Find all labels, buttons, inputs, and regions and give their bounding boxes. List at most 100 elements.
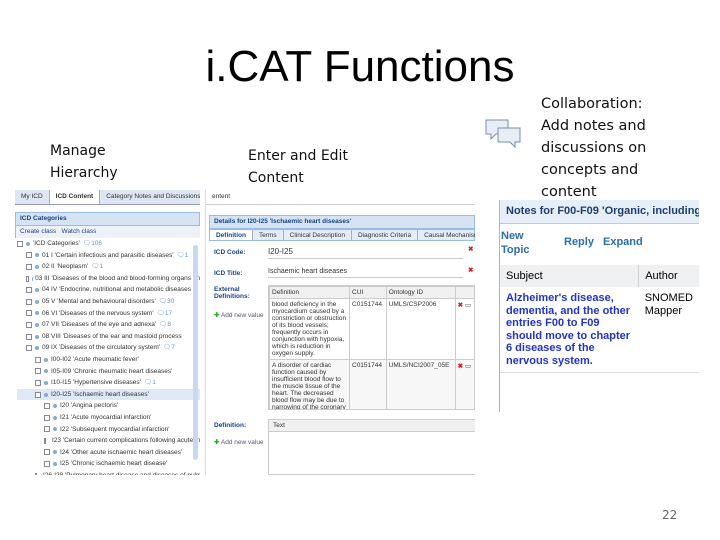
label-manage-hierarchy: Manage Hierarchy bbox=[50, 143, 118, 181]
delete-icon[interactable]: ✖ bbox=[458, 363, 463, 370]
expand-icon[interactable] bbox=[26, 287, 32, 294]
new-topic-link[interactable]: New Topic bbox=[501, 229, 531, 257]
collapse-icon[interactable] bbox=[17, 240, 23, 247]
tree-node[interactable]: I20-I25 'Ischaemic heart diseases' bbox=[17, 388, 200, 401]
collapse-icon[interactable] bbox=[35, 391, 41, 398]
ontology-id-cell: UMLS/CSP2006 bbox=[385, 298, 456, 360]
icd-title-field[interactable]: Ischaemic heart diseases bbox=[268, 266, 463, 278]
definition-cell: A disorder of cardiac function caused by… bbox=[269, 359, 350, 409]
reply-link[interactable]: Reply bbox=[564, 236, 594, 248]
notes-count-icon[interactable]: 🗨7 bbox=[163, 342, 175, 354]
expand-icon[interactable] bbox=[44, 414, 50, 421]
tree-node[interactable]: 03 III 'Diseases of the blood and blood-… bbox=[17, 273, 200, 285]
tree-node[interactable]: I25 'Chronic ischaemic heart disease' bbox=[17, 458, 200, 470]
delete-icon[interactable]: ✖ bbox=[458, 302, 463, 309]
tree-node-label: 08 VIII 'Diseases of the ear and mastoid… bbox=[42, 332, 182, 340]
collapse-icon[interactable] bbox=[26, 345, 32, 352]
class-icon bbox=[35, 253, 39, 258]
expand-icon[interactable] bbox=[26, 333, 32, 340]
expand-icon[interactable] bbox=[35, 368, 41, 375]
tree-node[interactable]: 04 IV 'Endocrine, nutritional and metabo… bbox=[17, 284, 200, 296]
category-tree: 'ICD Categories' 🗨106 01 I 'Certain infec… bbox=[15, 238, 200, 475]
tree-scrollbar[interactable] bbox=[193, 245, 198, 460]
class-icon bbox=[53, 404, 57, 409]
label-enter-edit-content: Enter and Edit Content bbox=[248, 148, 348, 186]
tree-node[interactable]: I10-I15 'Hypertensive diseases' 🗨1 bbox=[17, 377, 200, 389]
expand-icon[interactable] bbox=[44, 426, 50, 433]
icd-code-field[interactable]: I20-I25 bbox=[268, 245, 463, 259]
add-new-value-link[interactable]: ✚ Add new value bbox=[214, 438, 264, 446]
tree-node[interactable]: 07 VII 'Diseases of the eye and adnexa' … bbox=[17, 319, 200, 331]
cui-cell: C0151744 bbox=[349, 298, 387, 360]
tree-node[interactable]: I24 'Other acute ischaemic heart disease… bbox=[17, 447, 200, 459]
expand-icon[interactable] bbox=[26, 310, 32, 317]
tree-node[interactable]: I26-I28 'Pulmonary heart disease and dis… bbox=[17, 470, 200, 475]
col-text[interactable]: Text bbox=[269, 420, 475, 432]
comment-icon[interactable]: ▭ bbox=[465, 363, 471, 370]
tab-terms[interactable]: Terms bbox=[253, 230, 284, 240]
comment-icon[interactable]: ▭ bbox=[465, 302, 471, 309]
notes-count-icon[interactable]: 🗨30 bbox=[159, 296, 175, 308]
tree-node[interactable]: I21 'Acute myocardial infarction' bbox=[17, 412, 200, 424]
delete-icon[interactable]: ✖ bbox=[468, 266, 473, 274]
col-definition[interactable]: Definition bbox=[269, 286, 350, 299]
notes-count-icon[interactable]: 🗨8 bbox=[159, 319, 171, 331]
notes-count-icon[interactable]: 🗨106 bbox=[83, 238, 102, 250]
note-subject-link[interactable]: Alzheimer's disease, dementia, and the o… bbox=[500, 287, 639, 373]
col-ontology-id[interactable]: Ontology ID bbox=[385, 286, 456, 299]
tree-node[interactable]: I05-I09 'Chronic rheumatic heart disease… bbox=[17, 366, 200, 378]
expand-icon[interactable] bbox=[44, 461, 50, 468]
expand-link[interactable]: Expand bbox=[603, 236, 643, 248]
tab-content[interactable]: entent bbox=[206, 190, 236, 204]
notes-count-icon[interactable]: 🗨17 bbox=[157, 308, 173, 320]
add-value-text: Add new value bbox=[220, 439, 264, 446]
col-cui[interactable]: CUI bbox=[349, 286, 387, 299]
expand-icon[interactable] bbox=[26, 298, 32, 305]
tree-node[interactable]: 05 V 'Mental and behavioural disorders' … bbox=[17, 296, 200, 308]
main-tabs: My ICD ICD Content Category Notes and Di… bbox=[15, 190, 200, 205]
watch-class-link[interactable]: Watch class bbox=[62, 228, 97, 235]
add-new-value-link[interactable]: ✚ Add new value bbox=[214, 311, 264, 319]
create-class-link[interactable]: Create class bbox=[20, 228, 56, 235]
tree-node[interactable]: 01 I 'Certain infectious and parasitic d… bbox=[17, 250, 200, 262]
tab-my-icd[interactable]: My ICD bbox=[15, 190, 50, 204]
expand-icon[interactable] bbox=[26, 321, 32, 328]
notes-count-icon[interactable]: 🗨1 bbox=[91, 261, 103, 273]
tree-node[interactable]: I23 'Certain current complications follo… bbox=[17, 435, 200, 447]
cui-cell: C0151744 bbox=[349, 359, 387, 409]
note-author: SNOMED Mapper bbox=[644, 292, 697, 317]
expand-icon[interactable] bbox=[44, 449, 50, 456]
delete-icon[interactable]: ✖ bbox=[468, 245, 473, 253]
tree-node[interactable]: 02 II 'Neoplasm' 🗨1 bbox=[17, 261, 200, 273]
class-icon bbox=[53, 450, 57, 455]
col-author[interactable]: Author bbox=[639, 265, 699, 287]
tree-node[interactable]: 'ICD Categories' 🗨106 bbox=[17, 238, 200, 250]
tab-clinical-description[interactable]: Clinical Description bbox=[284, 230, 352, 240]
tree-node[interactable]: 09 IX 'Diseases of the circulatory syste… bbox=[17, 342, 200, 354]
col-subject[interactable]: Subject bbox=[500, 265, 640, 287]
table-row: A disorder of cardiac function caused by… bbox=[269, 359, 475, 409]
class-icon bbox=[26, 241, 30, 246]
tab-icd-content[interactable]: ICD Content bbox=[49, 190, 101, 204]
tab-causal-mechanism[interactable]: Causal Mechanism and Ri bbox=[418, 230, 475, 240]
expand-icon[interactable] bbox=[35, 472, 37, 475]
tree-node-label: 04 IV 'Endocrine, nutritional and metabo… bbox=[42, 286, 192, 294]
expand-icon[interactable] bbox=[44, 403, 50, 410]
tab-category-notes[interactable]: Category Notes and Discussions bbox=[100, 190, 200, 204]
tree-node[interactable]: I00-I02 'Acute rheumatic fever' bbox=[17, 354, 200, 366]
expand-icon[interactable] bbox=[44, 437, 46, 444]
expand-icon[interactable] bbox=[35, 356, 41, 363]
external-definitions-label: External Definitions: bbox=[214, 286, 250, 300]
expand-icon[interactable] bbox=[26, 263, 32, 270]
tab-definition[interactable]: Definition bbox=[210, 230, 253, 240]
tree-node[interactable]: I20 'Angina pectoris' bbox=[17, 400, 200, 412]
tree-node[interactable]: 08 VIII 'Diseases of the ear and mastoid… bbox=[17, 331, 200, 343]
tree-node[interactable]: I22 'Subsequent myocardial infarction' bbox=[17, 424, 200, 436]
expand-icon[interactable] bbox=[26, 275, 29, 282]
tab-diagnostic-criteria[interactable]: Diagnostic Criteria bbox=[352, 230, 419, 240]
expand-icon[interactable] bbox=[26, 252, 32, 259]
notes-count-icon[interactable]: 🗨1 bbox=[176, 250, 188, 262]
notes-count-icon[interactable]: 🗨1 bbox=[144, 377, 156, 389]
tree-node[interactable]: 06 VI 'Diseases of the nervous system' 🗨… bbox=[17, 308, 200, 320]
expand-icon[interactable] bbox=[35, 379, 41, 386]
